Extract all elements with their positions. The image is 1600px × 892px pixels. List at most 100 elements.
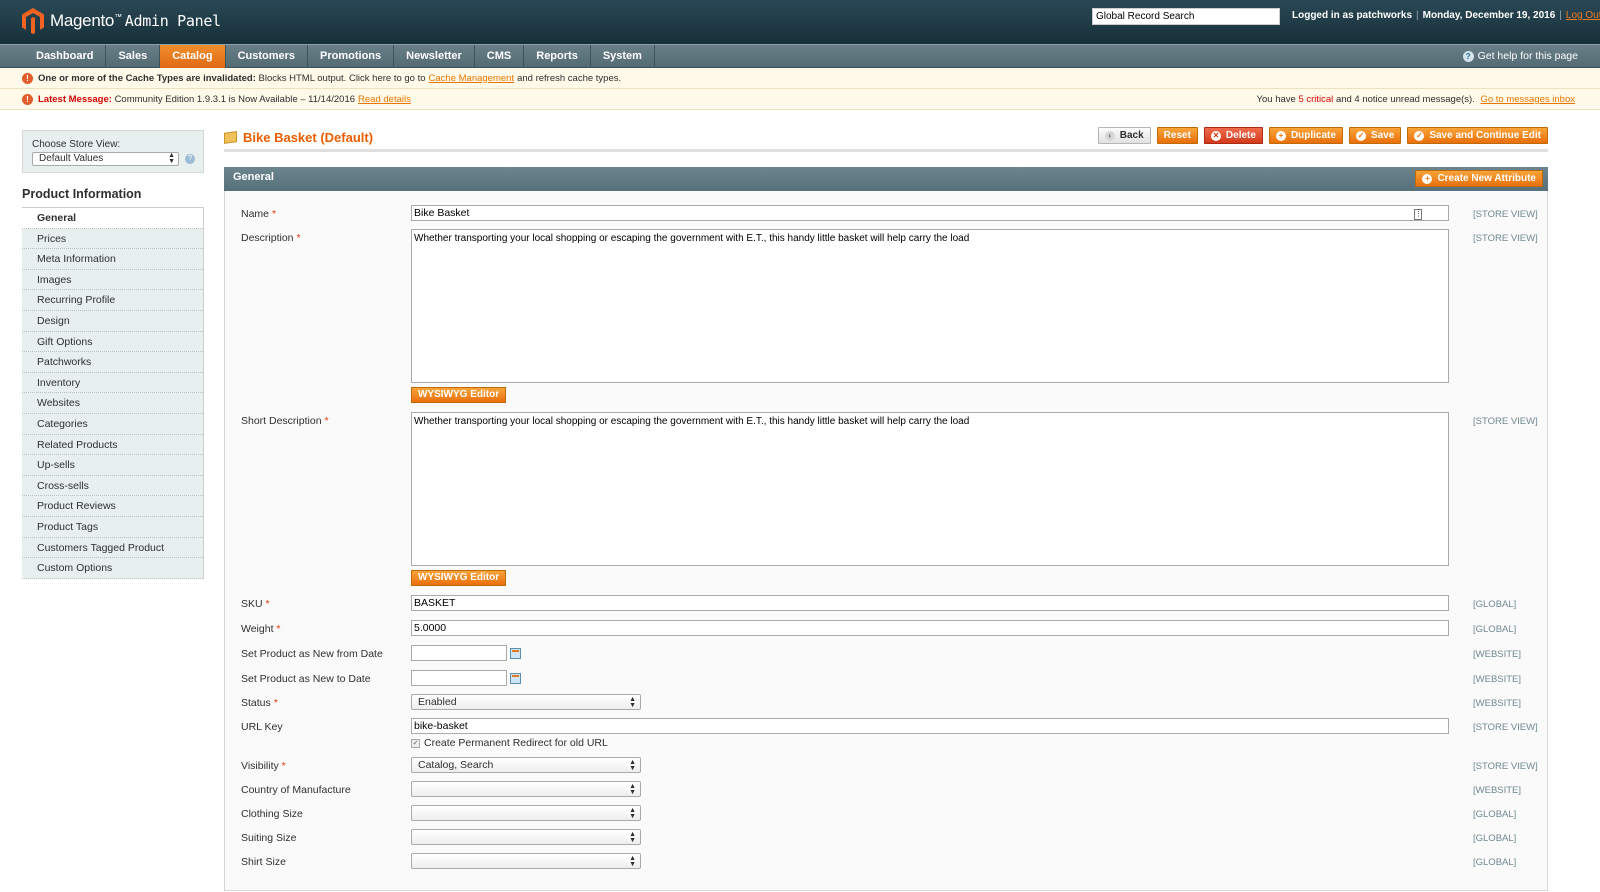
new-from-date-input[interactable] <box>411 645 507 661</box>
scope-label: [GLOBAL] <box>1473 599 1517 610</box>
back-button[interactable]: ‹ Back <box>1097 127 1151 144</box>
tab-inventory[interactable]: Inventory <box>22 372 203 394</box>
duplicate-button[interactable]: + Duplicate <box>1268 127 1343 144</box>
status-select[interactable]: Enabled ▲ ▼ <box>411 694 641 710</box>
scope-label: [STORE VIEW] <box>1473 722 1538 733</box>
nav-system[interactable]: System <box>591 45 655 68</box>
header-user-info: Logged in as patchworks | Monday, December… <box>1292 10 1600 21</box>
nav-sales[interactable]: Sales <box>106 45 161 68</box>
nav-promotions[interactable]: Promotions <box>308 45 395 68</box>
shirt-size-select[interactable]: ▲ ▼ <box>411 853 641 869</box>
inbox-text-mid: and 4 notice unread message(s). <box>1335 93 1475 105</box>
nav-newsletter[interactable]: Newsletter <box>394 45 475 68</box>
scope-label: [WEBSITE] <box>1473 785 1522 796</box>
brand-title: Magento™ Admin Panel <box>50 11 221 30</box>
calendar-icon[interactable] <box>510 648 521 659</box>
cache-notice-title: One or more of the Cache Types are inval… <box>38 72 256 84</box>
nav-customers[interactable]: Customers <box>226 45 309 68</box>
nav-reports[interactable]: Reports <box>524 45 591 68</box>
logged-in-text: Logged in as patchworks <box>1292 10 1413 21</box>
help-icon[interactable]: ? <box>185 154 195 164</box>
plus-icon: + <box>1422 173 1433 184</box>
tab-images[interactable]: Images <box>22 269 203 291</box>
scope-label: [WEBSITE] <box>1473 674 1522 685</box>
tab-design[interactable]: Design <box>22 310 203 332</box>
inbox-text-pre: You have <box>1256 93 1296 105</box>
read-details-link[interactable]: Read details <box>358 94 411 105</box>
scope-label: [STORE VIEW] <box>1473 416 1538 427</box>
save-label: Save <box>1370 130 1395 141</box>
nav-dashboard[interactable]: Dashboard <box>24 45 107 68</box>
tab-related-products[interactable]: Related Products <box>22 434 203 456</box>
nav-cms[interactable]: CMS <box>475 45 525 68</box>
action-buttons: ‹ Back Reset ✕ Delete + Duplicate ✓ Save ✓ Sa… <box>1097 127 1548 144</box>
tab-customers-tagged-product[interactable]: Customers Tagged Product <box>22 537 203 559</box>
tab-custom-options[interactable]: Custom Options <box>22 558 203 579</box>
clothing-size-label: Clothing Size <box>241 808 303 820</box>
create-new-attribute-button[interactable]: + Create New Attribute <box>1415 170 1543 187</box>
tab-product-tags[interactable]: Product Tags <box>22 516 203 538</box>
translate-icon[interactable]: ⋮ <box>1414 209 1422 220</box>
global-search-input[interactable] <box>1092 8 1280 25</box>
save-button[interactable]: ✓ Save <box>1348 127 1402 144</box>
general-fieldset-header: General + Create New Attribute <box>224 167 1548 191</box>
store-view-select[interactable]: Default Values ▲ ▼ <box>32 152 180 166</box>
logout-link[interactable]: Log Out <box>1566 10 1600 21</box>
sidebar: Choose Store View: Default Values ▲ ▼ ? Pr… <box>22 130 204 579</box>
weight-input[interactable] <box>411 620 1449 636</box>
tab-prices[interactable]: Prices <box>22 228 203 250</box>
sku-label: SKU * <box>241 598 270 610</box>
plus-icon: + <box>1275 130 1286 141</box>
description-wysiwyg-button[interactable]: WYSIWYG Editor <box>411 387 507 403</box>
save-continue-label: Save and Continue Edit <box>1429 130 1541 141</box>
scope-label: [WEBSITE] <box>1473 698 1522 709</box>
duplicate-label: Duplicate <box>1290 130 1336 141</box>
new-to-date-input[interactable] <box>411 670 507 686</box>
description-textarea[interactable]: Whether transporting your local shopping… <box>411 229 1449 383</box>
store-switcher: Choose Store View: Default Values ▲ ▼ ? <box>22 130 204 173</box>
tab-product-reviews[interactable]: Product Reviews <box>22 496 203 517</box>
tab-meta-information[interactable]: Meta Information <box>22 249 203 270</box>
url-key-label: URL Key <box>241 721 283 733</box>
suiting-size-label: Suiting Size <box>241 832 297 844</box>
nav-catalog[interactable]: Catalog <box>160 45 226 68</box>
suiting-size-select[interactable]: ▲ ▼ <box>411 829 641 845</box>
visibility-select[interactable]: Catalog, Search ▲ ▼ <box>411 757 641 773</box>
short-description-wysiwyg-button[interactable]: WYSIWYG Editor <box>411 570 507 586</box>
tab-gift-options[interactable]: Gift Options <box>22 331 203 353</box>
url-key-input[interactable] <box>411 718 1449 734</box>
status-label: Status * <box>241 697 278 709</box>
delete-x-icon: ✕ <box>1210 130 1221 141</box>
product-info-title: Product Information <box>22 187 204 208</box>
tab-cross-sells[interactable]: Cross-sells <box>22 475 203 497</box>
sku-input[interactable] <box>411 595 1449 611</box>
help-link[interactable]: ? Get help for this page <box>1462 45 1578 67</box>
reset-button[interactable]: Reset <box>1156 127 1198 144</box>
calendar-icon[interactable] <box>510 673 521 684</box>
description-label: Description * <box>241 232 301 244</box>
short-description-textarea[interactable]: Whether transporting your local shopping… <box>411 412 1449 566</box>
save-and-continue-button[interactable]: ✓ Save and Continue Edit <box>1407 127 1548 144</box>
cache-management-link[interactable]: Cache Management <box>429 73 515 84</box>
permanent-redirect-label: Create Permanent Redirect for old URL <box>424 737 608 749</box>
country-select[interactable]: ▲ ▼ <box>411 781 641 797</box>
tab-categories[interactable]: Categories <box>22 413 203 435</box>
tab-general[interactable]: General <box>22 208 203 229</box>
scope-label: [GLOBAL] <box>1473 809 1517 820</box>
messages-inbox-link[interactable]: Go to messages inbox <box>1480 94 1575 105</box>
logo[interactable]: Magento™ Admin Panel <box>22 8 221 34</box>
tab-recurring-profile[interactable]: Recurring Profile <box>22 290 203 311</box>
select-arrows-icon: ▲ ▼ <box>629 696 636 709</box>
main-content: Bike Basket (Default) ‹ Back Reset ✕ Delet… <box>224 126 1548 891</box>
inbox-summary: You have 5 critical and 4 notice unread … <box>1257 94 1578 105</box>
tab-up-sells[interactable]: Up-sells <box>22 455 203 476</box>
name-input[interactable] <box>411 205 1449 221</box>
tab-websites[interactable]: Websites <box>22 393 203 414</box>
select-arrows-icon: ▲ ▼ <box>629 807 636 820</box>
tab-patchworks[interactable]: Patchworks <box>22 352 203 373</box>
reset-label: Reset <box>1163 130 1191 141</box>
clothing-size-select[interactable]: ▲ ▼ <box>411 805 641 821</box>
store-switcher-label: Choose Store View: <box>32 139 121 150</box>
permanent-redirect-checkbox[interactable]: ✓ Create Permanent Redirect for old URL <box>411 737 608 749</box>
delete-button[interactable]: ✕ Delete <box>1203 127 1263 144</box>
